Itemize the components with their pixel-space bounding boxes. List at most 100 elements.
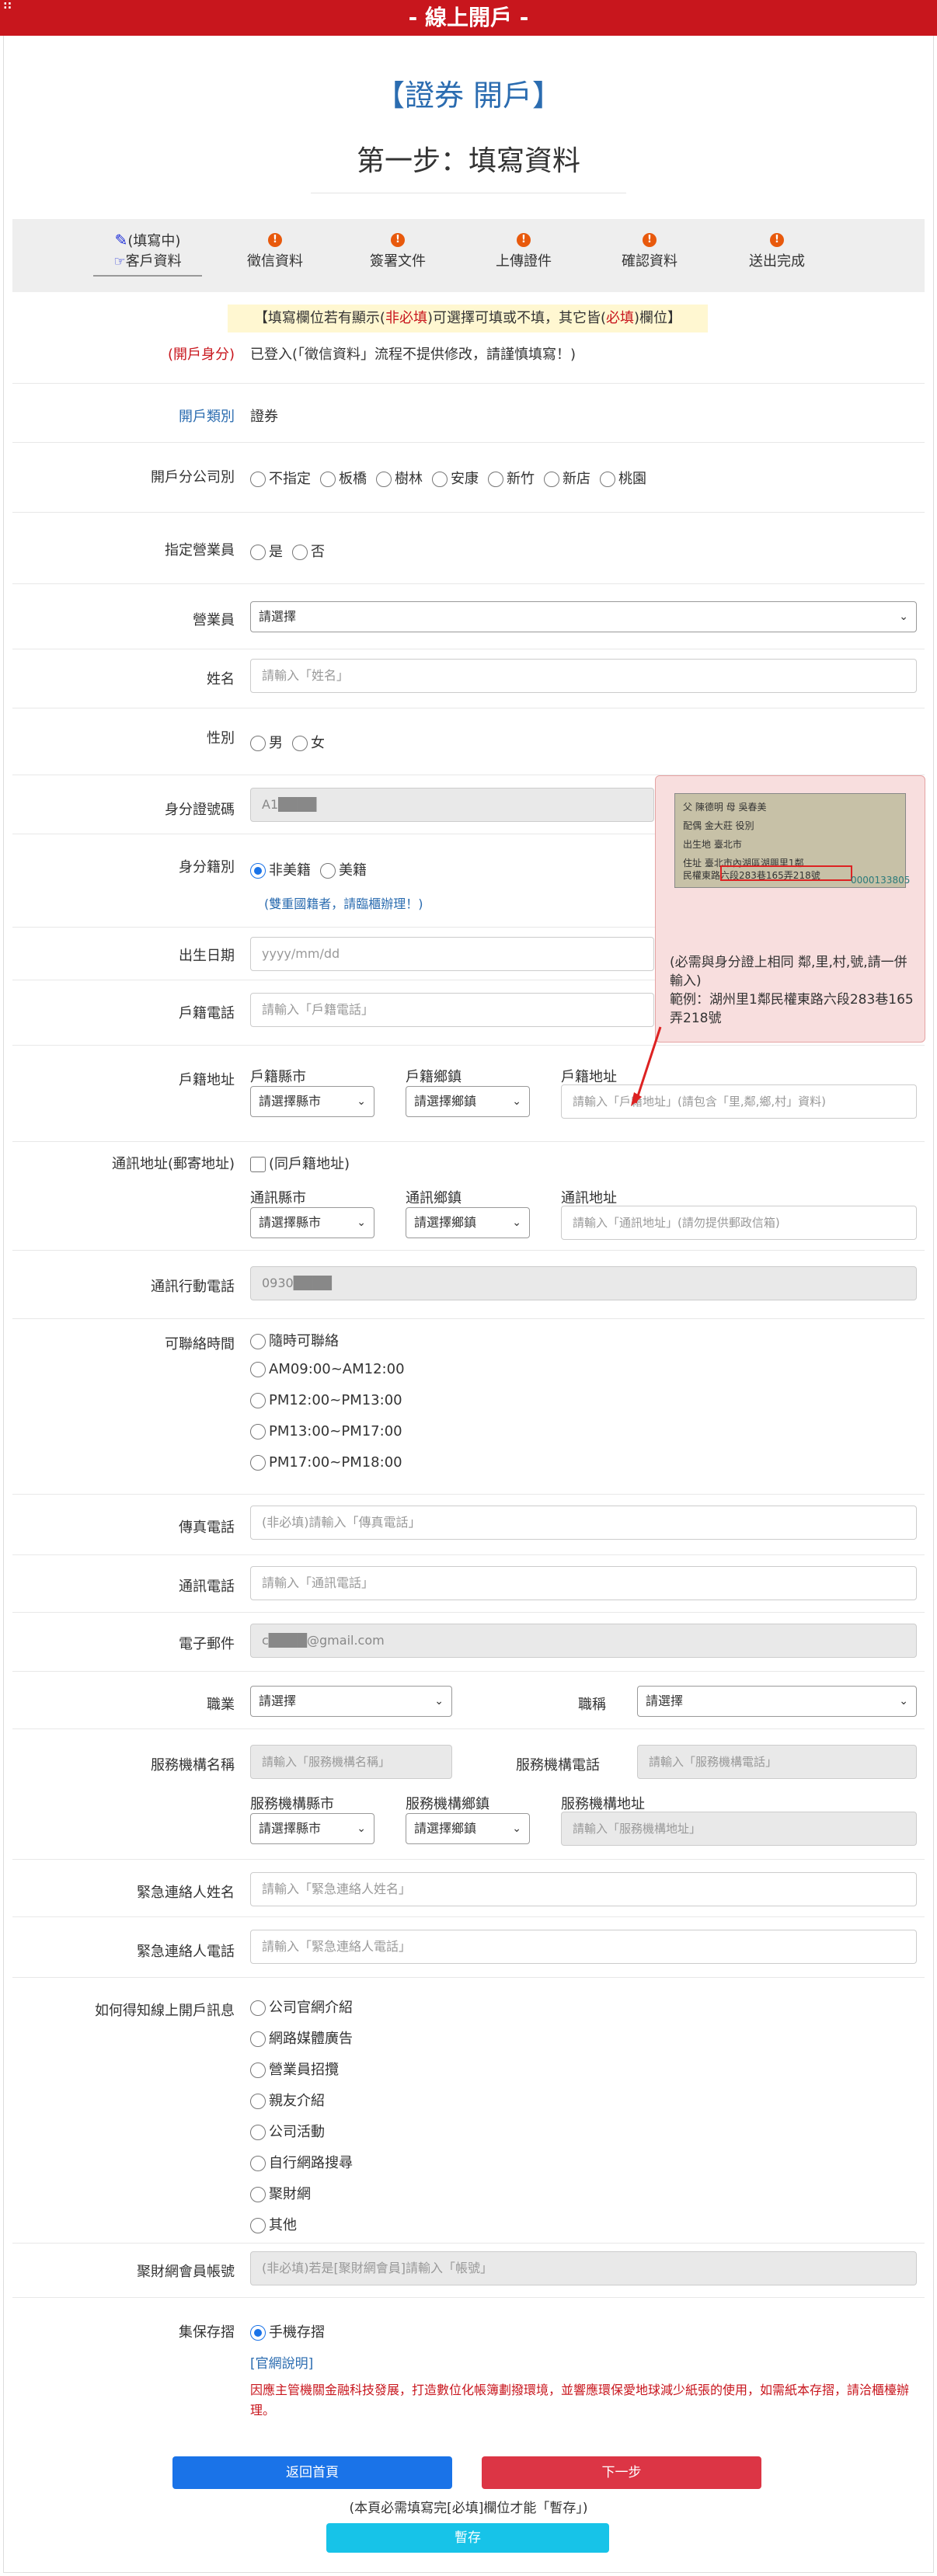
menu-dots-icon[interactable]: :: [3, 0, 12, 11]
emergency-phone-input[interactable]: 請輸入「緊急連絡人電話」 [250, 1930, 917, 1964]
source-label: 如何得知線上開戶訊息 [95, 2003, 235, 2019]
household-phone-input[interactable]: 請輸入「戶籍電話」 [250, 993, 654, 1027]
branch-option[interactable]: 安康 [432, 468, 479, 488]
email-label: 電子郵件 [179, 1636, 235, 1652]
row-account-identity: (開戶身分) 已登入(「徵信資料」流程不提供修改，請謹慎填寫！) [12, 332, 925, 384]
nationality-us[interactable]: 美籍 [320, 859, 367, 879]
row-gender: 性別 男女 [12, 708, 925, 775]
branch-options: 不指定 板橋 樹林 安康 新竹 新店 桃園 [250, 468, 656, 488]
row-contact-time: 可聯絡時間 隨時可聯絡 AM09:00~AM12:00 PM12:00~PM13… [12, 1319, 925, 1495]
job-label: 職業 [207, 1697, 235, 1713]
source-option[interactable]: 其他 [250, 2214, 297, 2234]
same-as-household-checkbox[interactable]: (同戶籍地址) [250, 1153, 350, 1173]
household-address-input[interactable]: 請輸入「戶籍地址」(請包含「里,鄰,鄉,村」資料) [561, 1084, 917, 1119]
job-title-select[interactable]: 請選擇 ⌄ [637, 1686, 917, 1717]
designated-agent-no[interactable]: 否 [292, 541, 325, 561]
branch-option[interactable]: 新店 [544, 468, 590, 488]
tab-upload-id[interactable]: ! 上傳證件 [469, 230, 578, 270]
source-option[interactable]: 聚財網 [250, 2183, 311, 2203]
company-county-select[interactable]: 請選擇縣市 ⌄ [250, 1813, 374, 1844]
mailing-town-select[interactable]: 請選擇鄉鎮 ⌄ [406, 1207, 530, 1238]
jucai-account-input[interactable]: (非必填)若是[聚財網會員]請輸入「帳號」 [250, 2251, 917, 2285]
tab-submit-complete[interactable]: ! 送出完成 [723, 230, 831, 270]
name-label: 姓名 [207, 671, 235, 688]
source-option[interactable]: 營業員招攬 [250, 2059, 339, 2079]
chevron-down-icon: ⌄ [899, 1695, 908, 1707]
name-input[interactable]: 請輸入「姓名」 [250, 659, 917, 693]
official-explanation-link[interactable]: [官網說明] [250, 2352, 313, 2372]
account-type-value: 證券 [250, 409, 278, 425]
designated-agent-label: 指定營業員 [165, 542, 235, 559]
contact-time-option[interactable]: 隨時可聯絡 [250, 1330, 339, 1350]
source-option[interactable]: 網路媒體廣告 [250, 2028, 353, 2048]
back-home-button[interactable]: 返回首頁 [172, 2456, 452, 2489]
row-email: 電子郵件 c████@gmail.com [12, 1613, 925, 1672]
contact-phone-input[interactable]: 請輸入「通訊電話」 [250, 1566, 917, 1600]
email-input[interactable]: c████@gmail.com [250, 1624, 917, 1658]
step-title: 第一步：填寫資料 [311, 138, 626, 193]
company-name-input[interactable]: 請輸入「服務機構名稱」 [250, 1745, 452, 1779]
account-identity-value: 已登入(「徵信資料」流程不提供修改，請謹慎填寫！) [250, 346, 576, 363]
company-name-label: 服務機構名稱 [151, 1757, 235, 1774]
branch-option[interactable]: 新竹 [488, 468, 535, 488]
contact-time-option[interactable]: PM12:00~PM13:00 [250, 1392, 402, 1408]
custody-label: 集保存摺 [179, 2324, 235, 2341]
save-draft-button[interactable]: 暫存 [326, 2523, 609, 2553]
row-account-type: 開戶類別 證券 [12, 384, 925, 443]
row-emergency-name: 緊急連絡人姓名 請輸入「緊急連絡人姓名」 [12, 1860, 925, 1917]
tab-credit-data[interactable]: ! 徵信資料 [221, 230, 329, 270]
row-mobile: 通訊行動電話 0930████ [12, 1251, 925, 1319]
company-town-select[interactable]: 請選擇鄉鎮 ⌄ [406, 1813, 530, 1844]
row-branch: 開戶分公司別 不指定 板橋 樹林 安康 新竹 新店 桃園 [12, 443, 925, 513]
tab-customer-data[interactable]: ✎(填寫中) ☞客戶資料 [93, 230, 202, 277]
mailing-address-label: 通訊地址(郵寄地址) [111, 1156, 235, 1172]
tab-confirm-data[interactable]: ! 確認資料 [595, 230, 704, 270]
contact-time-option[interactable]: PM17:00~PM18:00 [250, 1454, 402, 1471]
tooltip-note: (必需與身分證上相同 鄰,里,村,號,請一併輸入) [670, 955, 907, 989]
household-county-select[interactable]: 請選擇縣市 ⌄ [250, 1086, 374, 1117]
contact-time-option[interactable]: PM13:00~PM17:00 [250, 1423, 402, 1439]
row-jucai-account: 聚財網會員帳號 (非必填)若是[聚財網會員]請輸入「帳號」 [12, 2244, 925, 2298]
company-phone-label: 服務機構電話 [516, 1757, 600, 1774]
dual-nationality-hint: (雙重國籍者，請臨櫃辦理！) [264, 896, 423, 911]
emergency-name-input[interactable]: 請輸入「緊急連絡人姓名」 [250, 1872, 917, 1906]
custody-mobile-passbook[interactable]: 手機存摺 [250, 2321, 325, 2341]
job-select[interactable]: 請選擇 ⌄ [250, 1686, 452, 1717]
branch-option[interactable]: 不指定 [250, 468, 311, 488]
designated-agent-yes[interactable]: 是 [250, 541, 283, 561]
mailing-address-input[interactable]: 請輸入「通訊地址」(請勿提供郵政信箱) [561, 1206, 917, 1240]
source-option[interactable]: 公司活動 [250, 2121, 325, 2141]
company-address-input[interactable]: 請輸入「服務機構地址」 [561, 1812, 917, 1846]
nationality-non-us[interactable]: 非美籍 [250, 859, 311, 879]
household-town-select[interactable]: 請選擇鄉鎮 ⌄ [406, 1086, 530, 1117]
page-heading: 【證券 開戶】 [374, 78, 563, 113]
mobile-input[interactable]: 0930████ [250, 1266, 917, 1300]
row-agent: 營業員 請選擇 ⌄ [12, 584, 925, 649]
fax-label: 傳真電話 [179, 1519, 235, 1536]
agent-select[interactable]: 請選擇 ⌄ [250, 601, 917, 632]
tab-sign-documents[interactable]: ! 簽署文件 [343, 230, 452, 270]
id-card-back-image: 父 陳德明 母 吳春美 配偶 金大莊 役別 出生地 臺北市 住址 臺北市內湖區湖… [674, 793, 910, 888]
birth-date-input[interactable]: yyyy/mm/dd [250, 937, 654, 971]
app-title: - 線上開戶 - [408, 5, 529, 30]
source-option[interactable]: 自行網路搜尋 [250, 2152, 353, 2172]
company-phone-input[interactable]: 請輸入「服務機構電話」 [637, 1745, 917, 1779]
next-step-button[interactable]: 下一步 [482, 2456, 761, 2489]
custody-note: 因應主管機關金融科技發展，打造數位化帳簿劃撥環境，並響應環保愛地球減少紙張的使用… [250, 2383, 910, 2418]
source-option[interactable]: 公司官網介紹 [250, 1996, 353, 2017]
gender-female[interactable]: 女 [292, 732, 325, 752]
id-number-input[interactable]: A1████ [250, 788, 654, 822]
fax-input[interactable]: (非必填)請輸入「傳真電話」 [250, 1506, 917, 1540]
source-option[interactable]: 親友介紹 [250, 2090, 325, 2110]
gender-male[interactable]: 男 [250, 732, 283, 752]
save-note: (本頁必需填寫完[必填]欄位才能「暫存」) [349, 2501, 588, 2516]
branch-option[interactable]: 桃園 [600, 468, 646, 488]
agent-label: 營業員 [193, 612, 235, 628]
progress-steps: ✎(填寫中) ☞客戶資料 ! 徵信資料 ! 簽署文件 ! 上傳證件 ! 確認資料… [12, 219, 925, 292]
mailing-county-select[interactable]: 請選擇縣市 ⌄ [250, 1207, 374, 1238]
branch-option[interactable]: 樹林 [376, 468, 423, 488]
required-fields-notice: 【填寫欄位若有顯示(非必填)可選擇可填或不填，其它皆(必填)欄位】 [228, 305, 708, 332]
branch-option[interactable]: 板橋 [320, 468, 367, 488]
contact-time-option[interactable]: AM09:00~AM12:00 [250, 1361, 405, 1377]
nationality-label: 身分籍別 [179, 859, 235, 875]
